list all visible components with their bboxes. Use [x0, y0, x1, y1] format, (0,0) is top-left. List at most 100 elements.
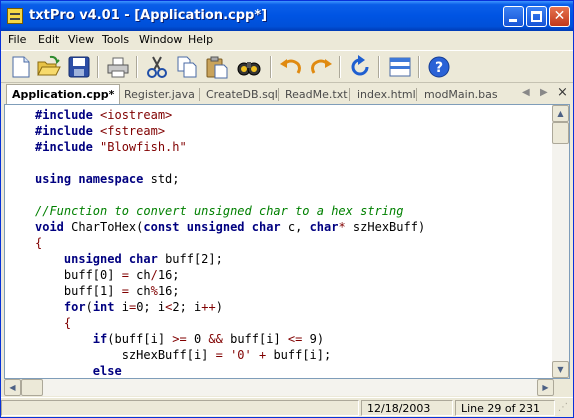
code-token: CharToHex(: [71, 220, 144, 234]
tab-close-icon[interactable]: ×: [557, 85, 568, 100]
open-folder-button[interactable]: [36, 54, 62, 80]
paste-icon: [206, 56, 228, 79]
print-button[interactable]: [105, 54, 131, 80]
code-token: std;: [150, 172, 180, 186]
status-date: 12/18/2003: [361, 400, 453, 416]
menu-tools[interactable]: Tools: [102, 33, 129, 46]
code-line[interactable]: for(int i=0; i<2; i++): [35, 299, 223, 315]
app-window: txtPro v4.01 - [Application.cpp*] ✕ File…: [0, 0, 574, 418]
minimize-button[interactable]: [503, 6, 524, 27]
paste-button[interactable]: [204, 54, 230, 80]
code-line[interactable]: if(buff[i] >= 0 && buff[i] <= 9): [35, 331, 324, 347]
code-token: buff[0]: [35, 268, 122, 282]
app-notepad-icon[interactable]: [7, 8, 23, 24]
code-token: szHexBuff): [352, 220, 426, 234]
undo-button[interactable]: [278, 54, 304, 80]
code-token: &&: [208, 332, 231, 346]
svg-text:?: ?: [435, 60, 443, 76]
toolbar-separator: [339, 56, 341, 78]
close-button[interactable]: ✕: [549, 6, 570, 27]
code-line[interactable]: unsigned char buff[2];: [35, 251, 223, 267]
scroll-down-button[interactable]: ▼: [552, 361, 569, 378]
split-view-button[interactable]: [387, 54, 413, 80]
scroll-right-button[interactable]: ▶: [537, 379, 554, 396]
cut-button[interactable]: [144, 54, 170, 80]
resize-grip-icon[interactable]: ⋰: [558, 402, 571, 415]
code-token: 0; i: [136, 300, 166, 314]
code-token: =: [121, 268, 137, 282]
code-token: /: [150, 268, 158, 282]
tab-scroll-right-icon[interactable]: ▶: [540, 87, 548, 98]
tab-register-java[interactable]: Register.java: [124, 86, 195, 103]
open-folder-icon: [37, 55, 61, 76]
redo-button[interactable]: [308, 54, 334, 80]
find-button[interactable]: [236, 54, 262, 80]
status-line-position: Line 29 of 231: [455, 400, 555, 416]
vertical-scroll-thumb[interactable]: [552, 122, 569, 144]
tab-application-cpp[interactable]: Application.cpp*: [6, 84, 121, 104]
tab-modmain-bas[interactable]: modMain.bas: [424, 86, 498, 103]
code-token: buff[i];: [273, 348, 332, 362]
code-token: ): [215, 300, 223, 314]
menu-help[interactable]: Help: [188, 33, 213, 46]
toolbar-separator: [97, 56, 99, 78]
tab-separator: [349, 88, 350, 101]
code-line[interactable]: buff[0] = ch/16;: [35, 267, 180, 283]
code-token: *: [338, 220, 353, 234]
code-token: c,: [287, 220, 310, 234]
copy-button[interactable]: [174, 54, 200, 80]
code-token: <=: [287, 332, 310, 346]
code-area[interactable]: #include <iostream> #include <fstream> #in…: [5, 105, 551, 378]
toolbar-separator: [378, 56, 380, 78]
code-line[interactable]: szHexBuff[i] = '0' + buff[i];: [35, 347, 332, 363]
window-title: txtPro v4.01 - [Application.cpp*]: [29, 8, 268, 23]
help-button[interactable]: ?: [426, 54, 452, 80]
maximize-button[interactable]: [526, 6, 547, 27]
tab-index-html[interactable]: index.html: [357, 86, 416, 103]
menu-window[interactable]: Window: [139, 33, 182, 46]
new-document-button[interactable]: [7, 54, 33, 80]
horizontal-scroll-thumb[interactable]: [21, 379, 43, 396]
tab-separator: [416, 88, 417, 101]
code-line[interactable]: #include <fstream>: [35, 123, 165, 139]
tab-createdb-sql[interactable]: CreateDB.sql: [206, 86, 278, 103]
code-token: char: [309, 220, 339, 234]
printer-icon: [107, 57, 129, 78]
code-token: 0: [193, 332, 209, 346]
code-line[interactable]: void CharToHex(const unsigned char c, ch…: [35, 219, 425, 235]
code-line[interactable]: else: [35, 363, 122, 378]
code-token: for: [63, 300, 86, 314]
code-token: 9): [309, 332, 325, 346]
code-line[interactable]: //Function to convert unsigned char to a…: [35, 203, 403, 219]
code-line[interactable]: {: [35, 315, 71, 331]
code-line[interactable]: buff[1] = ch%16;: [35, 283, 180, 299]
toolbar: ?: [1, 50, 573, 83]
tab-separator: [278, 88, 279, 101]
scroll-left-button[interactable]: ◀: [4, 379, 21, 396]
code-line[interactable]: #include <iostream>: [35, 107, 172, 123]
toolbar-separator: [136, 56, 138, 78]
code-token: const unsigned char: [143, 220, 288, 234]
code-line[interactable]: {: [35, 235, 42, 251]
code-line[interactable]: using namespace std;: [35, 171, 180, 187]
code-token: =: [121, 284, 137, 298]
menu-view[interactable]: View: [68, 33, 94, 46]
title-bar[interactable]: txtPro v4.01 - [Application.cpp*] ✕: [1, 1, 573, 31]
vertical-scrollbar[interactable]: ▲ ▼: [552, 105, 569, 378]
horizontal-scrollbar[interactable]: ◀ ▶: [4, 379, 554, 396]
tab-scroll-left-icon[interactable]: ◀: [522, 87, 530, 98]
menu-edit[interactable]: Edit: [38, 33, 59, 46]
menu-file[interactable]: File: [8, 33, 26, 46]
tab-readme-txt[interactable]: ReadMe.txt: [285, 86, 348, 103]
code-line[interactable]: #include "Blowfish.h": [35, 139, 187, 155]
code-editor[interactable]: #include <iostream> #include <fstream> #in…: [4, 104, 570, 379]
code-token: {: [63, 316, 72, 330]
code-token: using namespace: [35, 172, 151, 186]
refresh-icon: [351, 55, 369, 76]
scroll-up-button[interactable]: ▲: [552, 105, 569, 122]
refresh-button[interactable]: [347, 54, 373, 80]
save-button[interactable]: [66, 54, 92, 80]
code-token: 16;: [157, 284, 180, 298]
